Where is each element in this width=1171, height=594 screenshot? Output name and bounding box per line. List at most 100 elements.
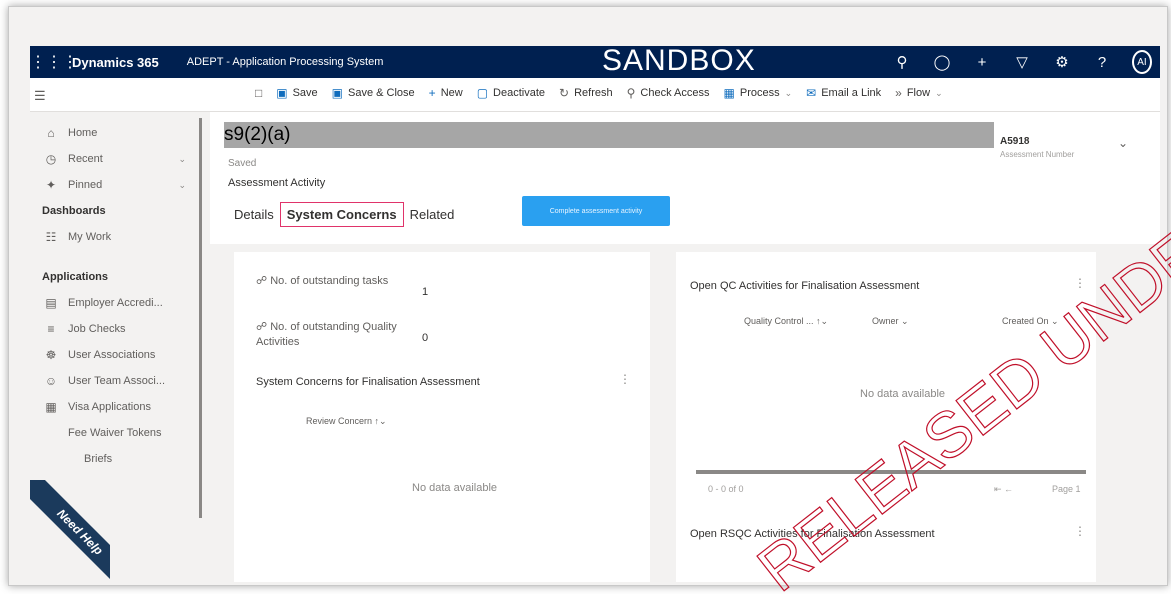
email-icon: ✉ (806, 86, 817, 100)
filter-icon[interactable]: ▽ (1012, 53, 1032, 71)
check-access-icon: ⚲ (626, 86, 636, 100)
sidebar-item-home[interactable]: ⌂ Home (30, 120, 200, 146)
command-list: □ ▣ Save ▣ Save & Close + New ▢ Deactivate ↻… (255, 86, 943, 100)
pin-icon: ✦ (45, 178, 57, 192)
sidebar-item-label: Visa Applications (68, 401, 151, 413)
sidebar-item-label: Employer Accredi... (68, 297, 163, 309)
refresh-label: Refresh (574, 87, 613, 99)
more-options-icon[interactable]: ⋮ (619, 372, 631, 386)
tab-related[interactable]: Related (404, 203, 461, 226)
outstanding-tasks-value: 1 (422, 286, 429, 298)
save-close-icon: ▣ (331, 86, 344, 100)
sort-icon: ↑⌄ (374, 416, 387, 426)
chevron-down-icon: ⌄ (784, 87, 793, 98)
command-bar: ☰ □ ▣ Save ▣ Save & Close + New ▢ Deactivate… (30, 78, 1160, 112)
main-content: s9(2)(a) Saved Assessment Activity Detai… (210, 112, 1160, 582)
sidebar-item-briefs[interactable]: Briefs (30, 446, 200, 472)
popout-icon: □ (255, 86, 263, 100)
tab-list: Details System Concerns Related (228, 202, 460, 227)
sidebar-item-employer-accreditation[interactable]: ▤ Employer Accredi... (30, 290, 200, 316)
chevron-down-icon[interactable]: ⌄ (1118, 136, 1128, 150)
qc-activities-card: Open QC Activities for Finalisation Asse… (676, 252, 1096, 582)
email-link-button[interactable]: ✉ Email a Link (806, 86, 881, 100)
no-data-message: No data available (412, 482, 498, 494)
tab-system-concerns[interactable]: System Concerns (279, 202, 404, 227)
grid-column-created-on[interactable]: Created On ⌄ (1002, 316, 1059, 327)
complete-assessment-button[interactable]: Complete assessment activity (522, 196, 670, 226)
help-icon[interactable]: ? (1092, 54, 1112, 71)
plus-icon: + (428, 86, 436, 100)
sidebar-scrollbar[interactable] (199, 118, 202, 518)
sidebar-item-my-work[interactable]: ☷ My Work (30, 224, 200, 250)
sidebar-section-dashboards: Dashboards (42, 205, 106, 217)
qc-section-title: Open QC Activities for Finalisation Asse… (690, 280, 920, 292)
grid-column-review-concern[interactable]: Review Concern ↑⌄ (306, 416, 387, 427)
team-icon: ☺ (44, 374, 58, 388)
save-icon: ▣ (276, 86, 288, 100)
flow-icon: » (895, 86, 902, 100)
hamburger-icon[interactable]: ☰ (34, 88, 46, 104)
chevron-down-icon[interactable]: ⌄ (178, 180, 186, 191)
user-link-icon: ☸ (45, 348, 57, 362)
system-concerns-card: ☍ No. of outstanding tasks 1 ☍ No. of ou… (234, 252, 650, 582)
sidebar-item-fee-waiver-tokens[interactable]: Fee Waiver Tokens (30, 420, 200, 446)
record-header: s9(2)(a) Saved Assessment Activity Detai… (210, 112, 1160, 244)
outstanding-tasks-label: ☍ No. of outstanding tasks (256, 274, 406, 289)
sidebar-item-label: User Associations (68, 349, 156, 361)
brand-name[interactable]: Dynamics 365 (72, 55, 159, 70)
chevron-down-icon: ⌄ (901, 316, 909, 326)
record-title: s9(2)(a) (224, 124, 291, 145)
pager-prev-icon[interactable]: ⇤ ← (994, 484, 1013, 495)
lightbulb-icon[interactable]: ◯ (932, 53, 952, 71)
column-label: Owner (872, 316, 899, 326)
deactivate-button[interactable]: ▢ Deactivate (477, 86, 545, 100)
save-close-label: Save & Close (348, 87, 415, 99)
need-help-badge[interactable]: Need Help (30, 480, 110, 580)
home-icon: ⌂ (47, 126, 55, 140)
redaction-bar (224, 122, 994, 148)
sidebar-item-label: Pinned (68, 179, 103, 191)
search-icon[interactable]: ⚲ (892, 53, 912, 71)
save-button[interactable]: ▣ Save (276, 86, 317, 100)
sidebar-item-user-team-associations[interactable]: ☺ User Team Associ... (30, 368, 200, 394)
gear-icon[interactable]: ⚙ (1052, 53, 1072, 71)
process-icon: ▦ (723, 86, 735, 100)
waffle-icon[interactable]: ⋮⋮⋮ (30, 52, 78, 72)
clock-icon: ◷ (45, 152, 57, 166)
document-icon: ▤ (45, 296, 57, 310)
save-close-button[interactable]: ▣ Save & Close (332, 86, 415, 100)
system-concerns-section-title: System Concerns for Finalisation Assessm… (256, 376, 480, 388)
plus-icon[interactable]: + (972, 54, 992, 71)
process-button[interactable]: ▦ Process ⌄ (724, 86, 793, 100)
sidebar-item-visa-applications[interactable]: ▦ Visa Applications (30, 394, 200, 420)
sidebar-item-label: Briefs (84, 453, 113, 465)
avatar[interactable]: AI (1132, 50, 1152, 74)
popout-button[interactable]: □ (255, 86, 262, 100)
calendar-icon: ▦ (45, 400, 57, 414)
grid-column-owner[interactable]: Owner ⌄ (872, 316, 909, 327)
column-label: Quality Control ... (744, 316, 814, 326)
flow-button[interactable]: » Flow ⌄ (895, 86, 942, 100)
sidebar-item-job-checks[interactable]: ≡ Job Checks (30, 316, 200, 342)
refresh-button[interactable]: ↻ Refresh (559, 86, 613, 100)
sidebar-item-label: User Team Associ... (68, 375, 165, 387)
sidebar-item-recent[interactable]: ◷ Recent ⌄ (30, 146, 200, 172)
sidebar-item-label: Home (68, 127, 98, 139)
chevron-down-icon[interactable]: ⌄ (178, 154, 186, 165)
more-options-icon[interactable]: ⋮ (1074, 524, 1086, 538)
check-access-button[interactable]: ⚲ Check Access (627, 86, 710, 100)
grid-column-quality-control[interactable]: Quality Control ... ↑⌄ (744, 316, 828, 327)
horizontal-scrollbar[interactable] (696, 470, 1086, 474)
check-access-label: Check Access (640, 87, 710, 99)
save-status: Saved (228, 158, 257, 169)
new-button[interactable]: + New (429, 86, 463, 100)
tab-details[interactable]: Details (228, 203, 280, 226)
assessment-number-label: Assessment Number (1000, 150, 1075, 159)
lock-icon: ☍ (256, 321, 271, 333)
sidebar-item-pinned[interactable]: ✦ Pinned ⌄ (30, 172, 200, 198)
more-options-icon[interactable]: ⋮ (1074, 276, 1086, 290)
sidebar-item-user-associations[interactable]: ☸ User Associations (30, 342, 200, 368)
app-name[interactable]: ADEPT - Application Processing System (187, 56, 384, 68)
email-link-label: Email a Link (821, 87, 882, 99)
pager-page: Page 1 (1052, 484, 1081, 494)
